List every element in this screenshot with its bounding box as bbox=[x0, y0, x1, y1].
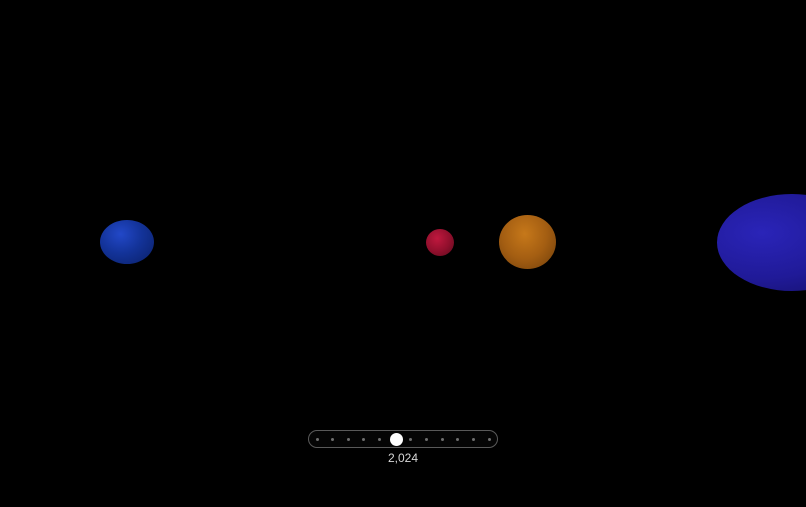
orange-sphere bbox=[499, 215, 556, 269]
slider-tick bbox=[440, 438, 444, 441]
scene-canvas[interactable]: 2,024 bbox=[0, 0, 806, 507]
slider-tick bbox=[456, 438, 460, 441]
slider-tick bbox=[346, 438, 350, 441]
slider-tick bbox=[409, 438, 413, 441]
slider-value-label: 2,024 bbox=[387, 451, 419, 465]
slider-tick bbox=[315, 438, 319, 441]
slider-tick bbox=[362, 438, 366, 441]
indigo-sphere bbox=[717, 194, 806, 291]
red-sphere bbox=[426, 229, 454, 256]
slider-tick bbox=[471, 438, 475, 441]
slider-tick bbox=[487, 438, 491, 441]
slider-tick bbox=[331, 438, 335, 441]
blue-sphere bbox=[100, 220, 154, 264]
slider-tick bbox=[424, 438, 428, 441]
year-slider[interactable] bbox=[308, 430, 498, 448]
slider-tick bbox=[378, 438, 382, 441]
slider-thumb[interactable] bbox=[389, 433, 403, 446]
